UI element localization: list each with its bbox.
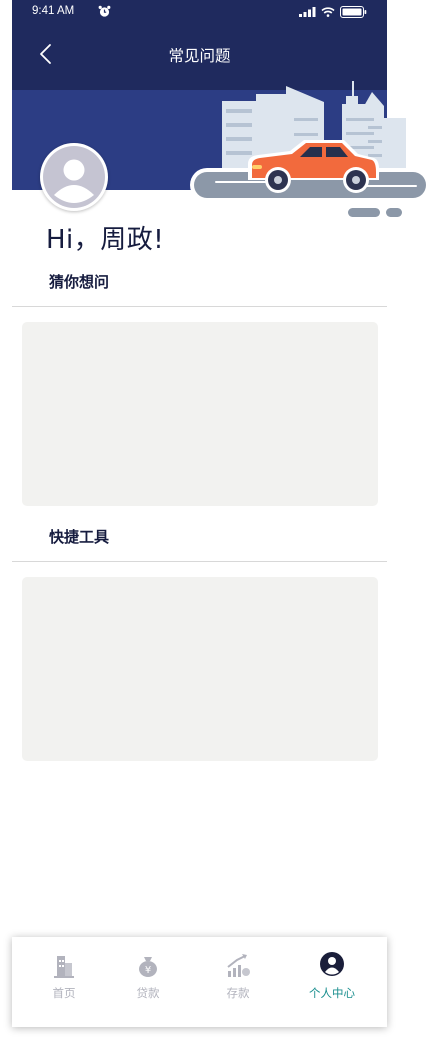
tab-label: 首页	[52, 986, 76, 1000]
growth-chart-icon	[227, 954, 250, 977]
user-circle-icon	[320, 952, 344, 976]
tools-card[interactable]	[22, 577, 378, 761]
tab-label: 个人中心	[309, 986, 355, 1000]
tab-profile[interactable]: 个人中心	[302, 951, 362, 1001]
avatar[interactable]	[40, 143, 108, 211]
tab-label: 存款	[226, 986, 250, 1000]
user-avatar-icon	[43, 146, 105, 208]
status-time: 9:41 AM	[32, 5, 75, 17]
app-screen: 9:41 AM 常见问题 Hi，周政! 猜你想问 快捷工具 首页 ¥ 贷款 存款…	[0, 0, 430, 1043]
battery-icon	[340, 6, 367, 18]
bottom-tab-bar: 首页 ¥ 贷款 存款 个人中心	[12, 937, 387, 1027]
signal-icon	[299, 7, 316, 17]
building-icon	[54, 956, 74, 978]
money-bag-icon: ¥	[139, 957, 157, 977]
divider	[12, 561, 387, 562]
section-title-faq: 猜你想问	[49, 273, 110, 291]
page-title: 常见问题	[168, 47, 231, 65]
section-title-tools: 快捷工具	[49, 528, 110, 546]
tab-home[interactable]: 首页	[34, 951, 94, 1001]
tab-label: 贷款	[136, 986, 160, 1000]
tab-loan[interactable]: ¥ 贷款	[118, 951, 178, 1001]
tab-deposit[interactable]: 存款	[208, 951, 268, 1001]
alarm-icon	[98, 5, 111, 17]
divider	[12, 306, 387, 307]
greeting-text: Hi，周政!	[46, 225, 165, 255]
status-bar: 9:41 AM	[12, 0, 387, 24]
svg-text:¥: ¥	[145, 965, 151, 976]
faq-card[interactable]	[22, 322, 378, 506]
wifi-icon	[321, 7, 335, 17]
city-car-illustration	[190, 81, 430, 217]
